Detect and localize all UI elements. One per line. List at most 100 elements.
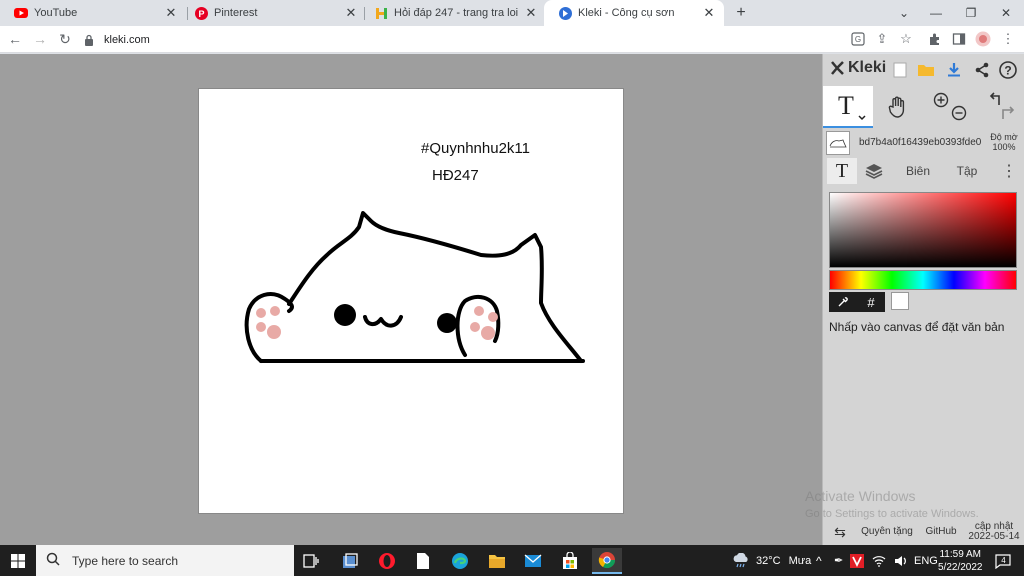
pen-icon[interactable]: ✒ <box>834 545 843 576</box>
kleki-logo-icon <box>831 61 844 75</box>
window-close-icon[interactable]: ✕ <box>996 3 1016 23</box>
new-image-icon[interactable] <box>889 59 911 81</box>
chrome-icon[interactable] <box>592 548 622 574</box>
opera-icon[interactable] <box>374 548 400 574</box>
tab-label: Pinterest <box>214 7 258 19</box>
task-view-icon[interactable] <box>298 548 324 574</box>
close-icon[interactable]: ✕ <box>524 6 538 20</box>
color-saturation-picker[interactable] <box>829 192 1017 268</box>
extensions-icon[interactable] <box>926 30 944 48</box>
mail-icon[interactable] <box>520 548 546 574</box>
bookmark-star-icon[interactable]: ☆ <box>897 30 915 48</box>
text-tool-hint: Nhấp vào canvas để đặt văn bản <box>829 320 1005 334</box>
layer-thumbnail <box>826 131 850 155</box>
svg-text:T: T <box>838 91 854 120</box>
taskbar-search[interactable]: Type here to search <box>36 545 294 576</box>
file-icon[interactable] <box>410 548 436 574</box>
weather-desc: Mưa <box>788 554 812 567</box>
eyedropper-icon[interactable] <box>829 292 857 312</box>
kleki-logo[interactable]: Kleki <box>829 59 886 77</box>
side-panel-icon[interactable] <box>950 30 968 48</box>
tab-search-icon[interactable]: ⌄ <box>894 3 914 23</box>
store-icon[interactable] <box>557 548 583 574</box>
open-folder-icon[interactable] <box>915 59 937 81</box>
tab-strip: YouTube ✕ P Pinterest ✕ Hỏi đáp 247 - tr… <box>0 0 1024 26</box>
reload-icon[interactable]: ↻ <box>56 30 74 48</box>
undo-redo-buttons <box>979 86 1023 128</box>
close-icon[interactable]: ✕ <box>702 6 716 20</box>
tab-text-settings[interactable]: T <box>827 158 857 184</box>
help-icon[interactable]: ? <box>997 59 1019 81</box>
close-icon[interactable]: ✕ <box>344 6 358 20</box>
notification-center-icon[interactable]: 4 <box>994 545 1012 576</box>
back-icon[interactable]: ← <box>6 30 24 48</box>
zoom-buttons <box>927 86 971 128</box>
clock[interactable]: 11:59 AM 5/22/2022 <box>938 545 983 576</box>
secondary-color-swatch[interactable] <box>891 292 909 310</box>
share-icon[interactable]: ⇪ <box>873 30 891 48</box>
watermark-title: Activate Windows <box>805 488 916 504</box>
svg-text:P: P <box>198 9 204 19</box>
close-icon[interactable]: ✕ <box>164 6 178 20</box>
wifi-icon[interactable] <box>872 545 886 576</box>
zoom-out-icon[interactable] <box>951 105 967 121</box>
weather-temp: 32°C <box>756 554 781 567</box>
browser-toolbar: ← → ↻ kleki.com G ⇪ ☆ ⋮ <box>0 26 1024 53</box>
more-tabs-icon[interactable]: ⋮ <box>999 158 1019 184</box>
tab-file[interactable]: Tập <box>947 158 987 184</box>
clock-time: 11:59 AM <box>939 548 981 560</box>
layer-row[interactable]: bd7b4a0f16439eb0393fde0 Độ mờ 100% <box>823 130 1024 156</box>
text-tool-button[interactable]: T <box>823 86 873 128</box>
drawing-canvas[interactable]: #Quynhnhu2k11 HĐ247 <box>199 89 623 513</box>
tab-label: Kleki - Công cụ sơn <box>578 7 675 19</box>
minimize-icon[interactable]: — <box>926 3 946 23</box>
zoom-in-icon[interactable] <box>933 92 949 108</box>
redo-icon[interactable] <box>1002 106 1015 119</box>
watermark-subtitle: Go to Settings to activate Windows. <box>805 508 979 520</box>
weather-widget[interactable]: 32°C Mưa <box>732 545 811 576</box>
layer-opacity[interactable]: Độ mờ 100% <box>985 132 1023 152</box>
tab-layers[interactable] <box>859 158 889 184</box>
tray-overflow-icon[interactable]: ^ <box>816 545 822 576</box>
language-indicator[interactable]: ENG <box>914 545 938 576</box>
svg-text:G: G <box>855 35 861 44</box>
tab-label: Hỏi đáp 247 - trang tra loi <box>394 7 519 19</box>
antivirus-icon[interactable] <box>850 545 864 576</box>
tool-row: T <box>823 86 1024 128</box>
file-explorer-icon[interactable] <box>484 548 510 574</box>
edge-icon[interactable] <box>447 548 473 574</box>
share-icon[interactable] <box>971 59 993 81</box>
restore-icon[interactable]: ❐ <box>961 3 981 23</box>
download-icon[interactable] <box>943 59 965 81</box>
hand-tool-button[interactable] <box>879 86 917 128</box>
hue-slider[interactable] <box>829 270 1017 290</box>
translate-icon[interactable]: G <box>849 30 867 48</box>
tab-label: YouTube <box>34 7 78 19</box>
opacity-label: Độ mờ <box>990 132 1018 142</box>
kleki-side-panel: Kleki ? T bd7b4a0f16439eb0393fde0 Độ mờ … <box>822 54 1024 545</box>
new-tab-button[interactable]: + <box>732 4 750 22</box>
opacity-value: 100% <box>992 142 1016 152</box>
tab-kleki[interactable]: Kleki - Công cụ sơn ✕ <box>544 0 724 26</box>
hex-input-button[interactable]: # <box>857 292 885 312</box>
address-bar[interactable]: kleki.com <box>84 29 820 50</box>
tab-youtube[interactable]: YouTube ✕ <box>0 0 186 26</box>
clock-date: 5/22/2022 <box>938 561 983 573</box>
search-placeholder: Type here to search <box>72 553 179 568</box>
volume-icon[interactable] <box>894 545 908 576</box>
kleki-logo-text: Kleki <box>848 59 887 76</box>
snipping-tool-icon[interactable] <box>337 548 363 574</box>
windows-taskbar: Type here to search 32°C Mưa ^ ✒ ENG 11:… <box>0 545 1024 576</box>
text-tab-icon: T <box>835 159 849 182</box>
menu-kebab-icon[interactable]: ⋮ <box>999 30 1017 48</box>
undo-icon[interactable] <box>989 92 1000 105</box>
search-icon <box>46 552 62 569</box>
tab-pinterest[interactable]: P Pinterest ✕ <box>180 0 366 26</box>
tab-edit[interactable]: Biên <box>895 158 941 184</box>
tab-hoidap247[interactable]: Hỏi đáp 247 - trang tra loi ✕ <box>360 0 546 26</box>
hand-icon <box>888 96 905 118</box>
profile-avatar-icon[interactable] <box>974 30 992 48</box>
svg-text:?: ? <box>1004 64 1011 78</box>
start-button[interactable] <box>0 545 36 576</box>
forward-icon[interactable]: → <box>31 30 49 48</box>
